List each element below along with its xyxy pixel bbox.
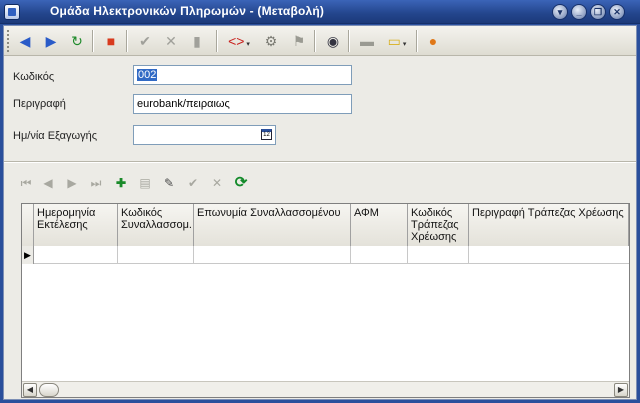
maximize-button[interactable]: ❐ (590, 4, 606, 20)
code-label: Κωδικός (13, 71, 55, 83)
edit-record-icon: ✎ (163, 176, 175, 190)
column-header[interactable]: Κωδικός Συναλλασσομ.. (118, 204, 194, 246)
scrollbar-thumb[interactable] (39, 383, 59, 397)
title-bar[interactable]: Ομάδα Ηλεκτρονικών Πληρωμών - (Μεταβολή)… (0, 0, 640, 24)
edit-record-button[interactable]: ✎ (159, 173, 179, 193)
process-button[interactable]: ⚙ (260, 30, 282, 52)
delete-record-icon: ▤ (139, 176, 151, 190)
close-button[interactable]: ✕ (609, 4, 625, 20)
code-icon: <> (228, 33, 245, 49)
prev-record-icon: ◀ (43, 176, 53, 190)
add-record-icon: ✚ (115, 176, 127, 190)
users-icon: ⚑ (292, 33, 306, 49)
scroll-right-icon[interactable]: ▶ (614, 383, 628, 397)
cancel-record-icon: ✕ (211, 176, 223, 190)
refresh-button[interactable]: ↻ (66, 30, 88, 52)
users-button[interactable]: ⚑ (288, 30, 310, 52)
confirm-button[interactable]: ✔ (134, 30, 156, 52)
column-header[interactable]: Κωδικός Τράπεζας Χρέωσης (408, 204, 469, 246)
toolbar-separator (216, 30, 218, 52)
export-date-label: Ημ/νία Εξαγωγής (13, 130, 98, 142)
prev-record-button[interactable]: ◀ (38, 173, 58, 193)
code-value: 002 (137, 69, 158, 81)
toolbar-separator (416, 30, 418, 52)
folder-icon: ▬ (360, 33, 374, 49)
payments-grid[interactable]: Ημερομηνία Εκτέλεσης Κωδικός Συναλλασσομ… (21, 203, 630, 398)
form-client-area: ◀ ▶ ↻ ■ ✔ ✕ ▮ <> ▾ ⚙ ⚑ ◉ ▬ ▭ ▾ ● Κωδικός… (3, 25, 637, 400)
description-value: eurobank/πειραιως (137, 98, 230, 110)
app-icon[interactable] (4, 4, 20, 20)
stop-button[interactable]: ■ (100, 30, 122, 52)
last-record-button[interactable]: ⏭ (86, 173, 106, 193)
table-cell[interactable] (118, 246, 194, 264)
user-settings-icon: ● (428, 33, 438, 49)
column-header[interactable]: Περιγραφή Τράπεζας Χρέωσης (469, 204, 629, 246)
calendar-icon[interactable]: 12 (261, 129, 272, 140)
code-field[interactable]: 002 (133, 65, 352, 85)
toolbar-separator (314, 30, 316, 52)
next-record-button[interactable]: ▶ (62, 173, 82, 193)
scroll-left-icon[interactable]: ◀ (23, 383, 37, 397)
column-header[interactable]: ΑΦΜ (351, 204, 408, 246)
description-label: Περιγραφή (13, 98, 66, 110)
forward-icon: ▶ (45, 33, 57, 49)
table-cell[interactable] (351, 246, 408, 264)
code-dropdown-button[interactable]: <> ▾ (224, 30, 254, 52)
last-record-icon: ⏭ (90, 176, 102, 190)
toolbar-separator (348, 30, 350, 52)
forward-button[interactable]: ▶ (40, 30, 62, 52)
table-cell[interactable] (194, 246, 351, 264)
post-record-icon: ✔ (187, 176, 199, 190)
delete-icon: ▮ (193, 33, 201, 49)
main-toolbar: ◀ ▶ ↻ ■ ✔ ✕ ▮ <> ▾ ⚙ ⚑ ◉ ▬ ▭ ▾ ● (4, 26, 636, 56)
column-header[interactable]: Ημερομηνία Εκτέλεσης (34, 204, 118, 246)
folder-button[interactable]: ▬ (356, 30, 378, 52)
table-cell[interactable] (408, 246, 469, 264)
refresh-records-icon: ⟳ (234, 174, 248, 191)
toolbar-grip[interactable] (7, 30, 10, 52)
toolbar-separator (92, 30, 94, 52)
horizontal-scrollbar[interactable]: ◀ ▶ (22, 381, 629, 397)
toolbar-separator (126, 30, 128, 52)
column-header[interactable]: Επωνυμία Συναλλασσομένου (194, 204, 351, 246)
stop-icon: ■ (106, 33, 116, 49)
next-record-icon: ▶ (67, 176, 77, 190)
description-field[interactable]: eurobank/πειραιως (133, 94, 352, 114)
section-divider (4, 161, 636, 163)
cancel-button[interactable]: ✕ (160, 30, 182, 52)
table-row[interactable]: ▶ (22, 246, 629, 264)
cancel-icon: ✕ (165, 33, 177, 49)
user-settings-button[interactable]: ● (422, 30, 444, 52)
grid-header: Ημερομηνία Εκτέλεσης Κωδικός Συναλλασσομ… (22, 204, 629, 246)
refresh-icon: ↻ (71, 33, 83, 49)
table-cell[interactable] (34, 246, 118, 264)
header-indicator (22, 204, 34, 246)
note-dropdown-button[interactable]: ▭ ▾ (382, 30, 412, 52)
window-title: Ομάδα Ηλεκτρονικών Πληρωμών - (Μεταβολή) (50, 4, 325, 18)
cancel-record-button[interactable]: ✕ (207, 173, 227, 193)
search-button[interactable]: ◉ (322, 30, 344, 52)
minimize-button[interactable]: _ (571, 4, 587, 20)
menu-button[interactable]: ▾ (552, 4, 568, 20)
add-record-button[interactable]: ✚ (111, 173, 131, 193)
note-icon: ▭ (387, 33, 401, 49)
table-cell[interactable] (469, 246, 629, 264)
first-record-button[interactable]: ⏮ (16, 173, 36, 193)
application-window: Ομάδα Ηλεκτρονικών Πληρωμών - (Μεταβολή)… (0, 0, 640, 403)
first-record-icon: ⏮ (20, 176, 32, 190)
delete-record-button[interactable]: ▤ (135, 173, 155, 193)
confirm-icon: ✔ (139, 33, 151, 49)
row-indicator-icon: ▶ (22, 246, 34, 264)
post-record-button[interactable]: ✔ (183, 173, 203, 193)
back-icon: ◀ (19, 33, 31, 49)
delete-button[interactable]: ▮ (186, 30, 208, 52)
refresh-records-button[interactable]: ⟳ (231, 173, 251, 193)
back-button[interactable]: ◀ (14, 30, 36, 52)
export-date-field[interactable]: 12 (133, 125, 276, 145)
gear-icon: ⚙ (264, 33, 278, 49)
binoculars-icon: ◉ (326, 33, 340, 49)
